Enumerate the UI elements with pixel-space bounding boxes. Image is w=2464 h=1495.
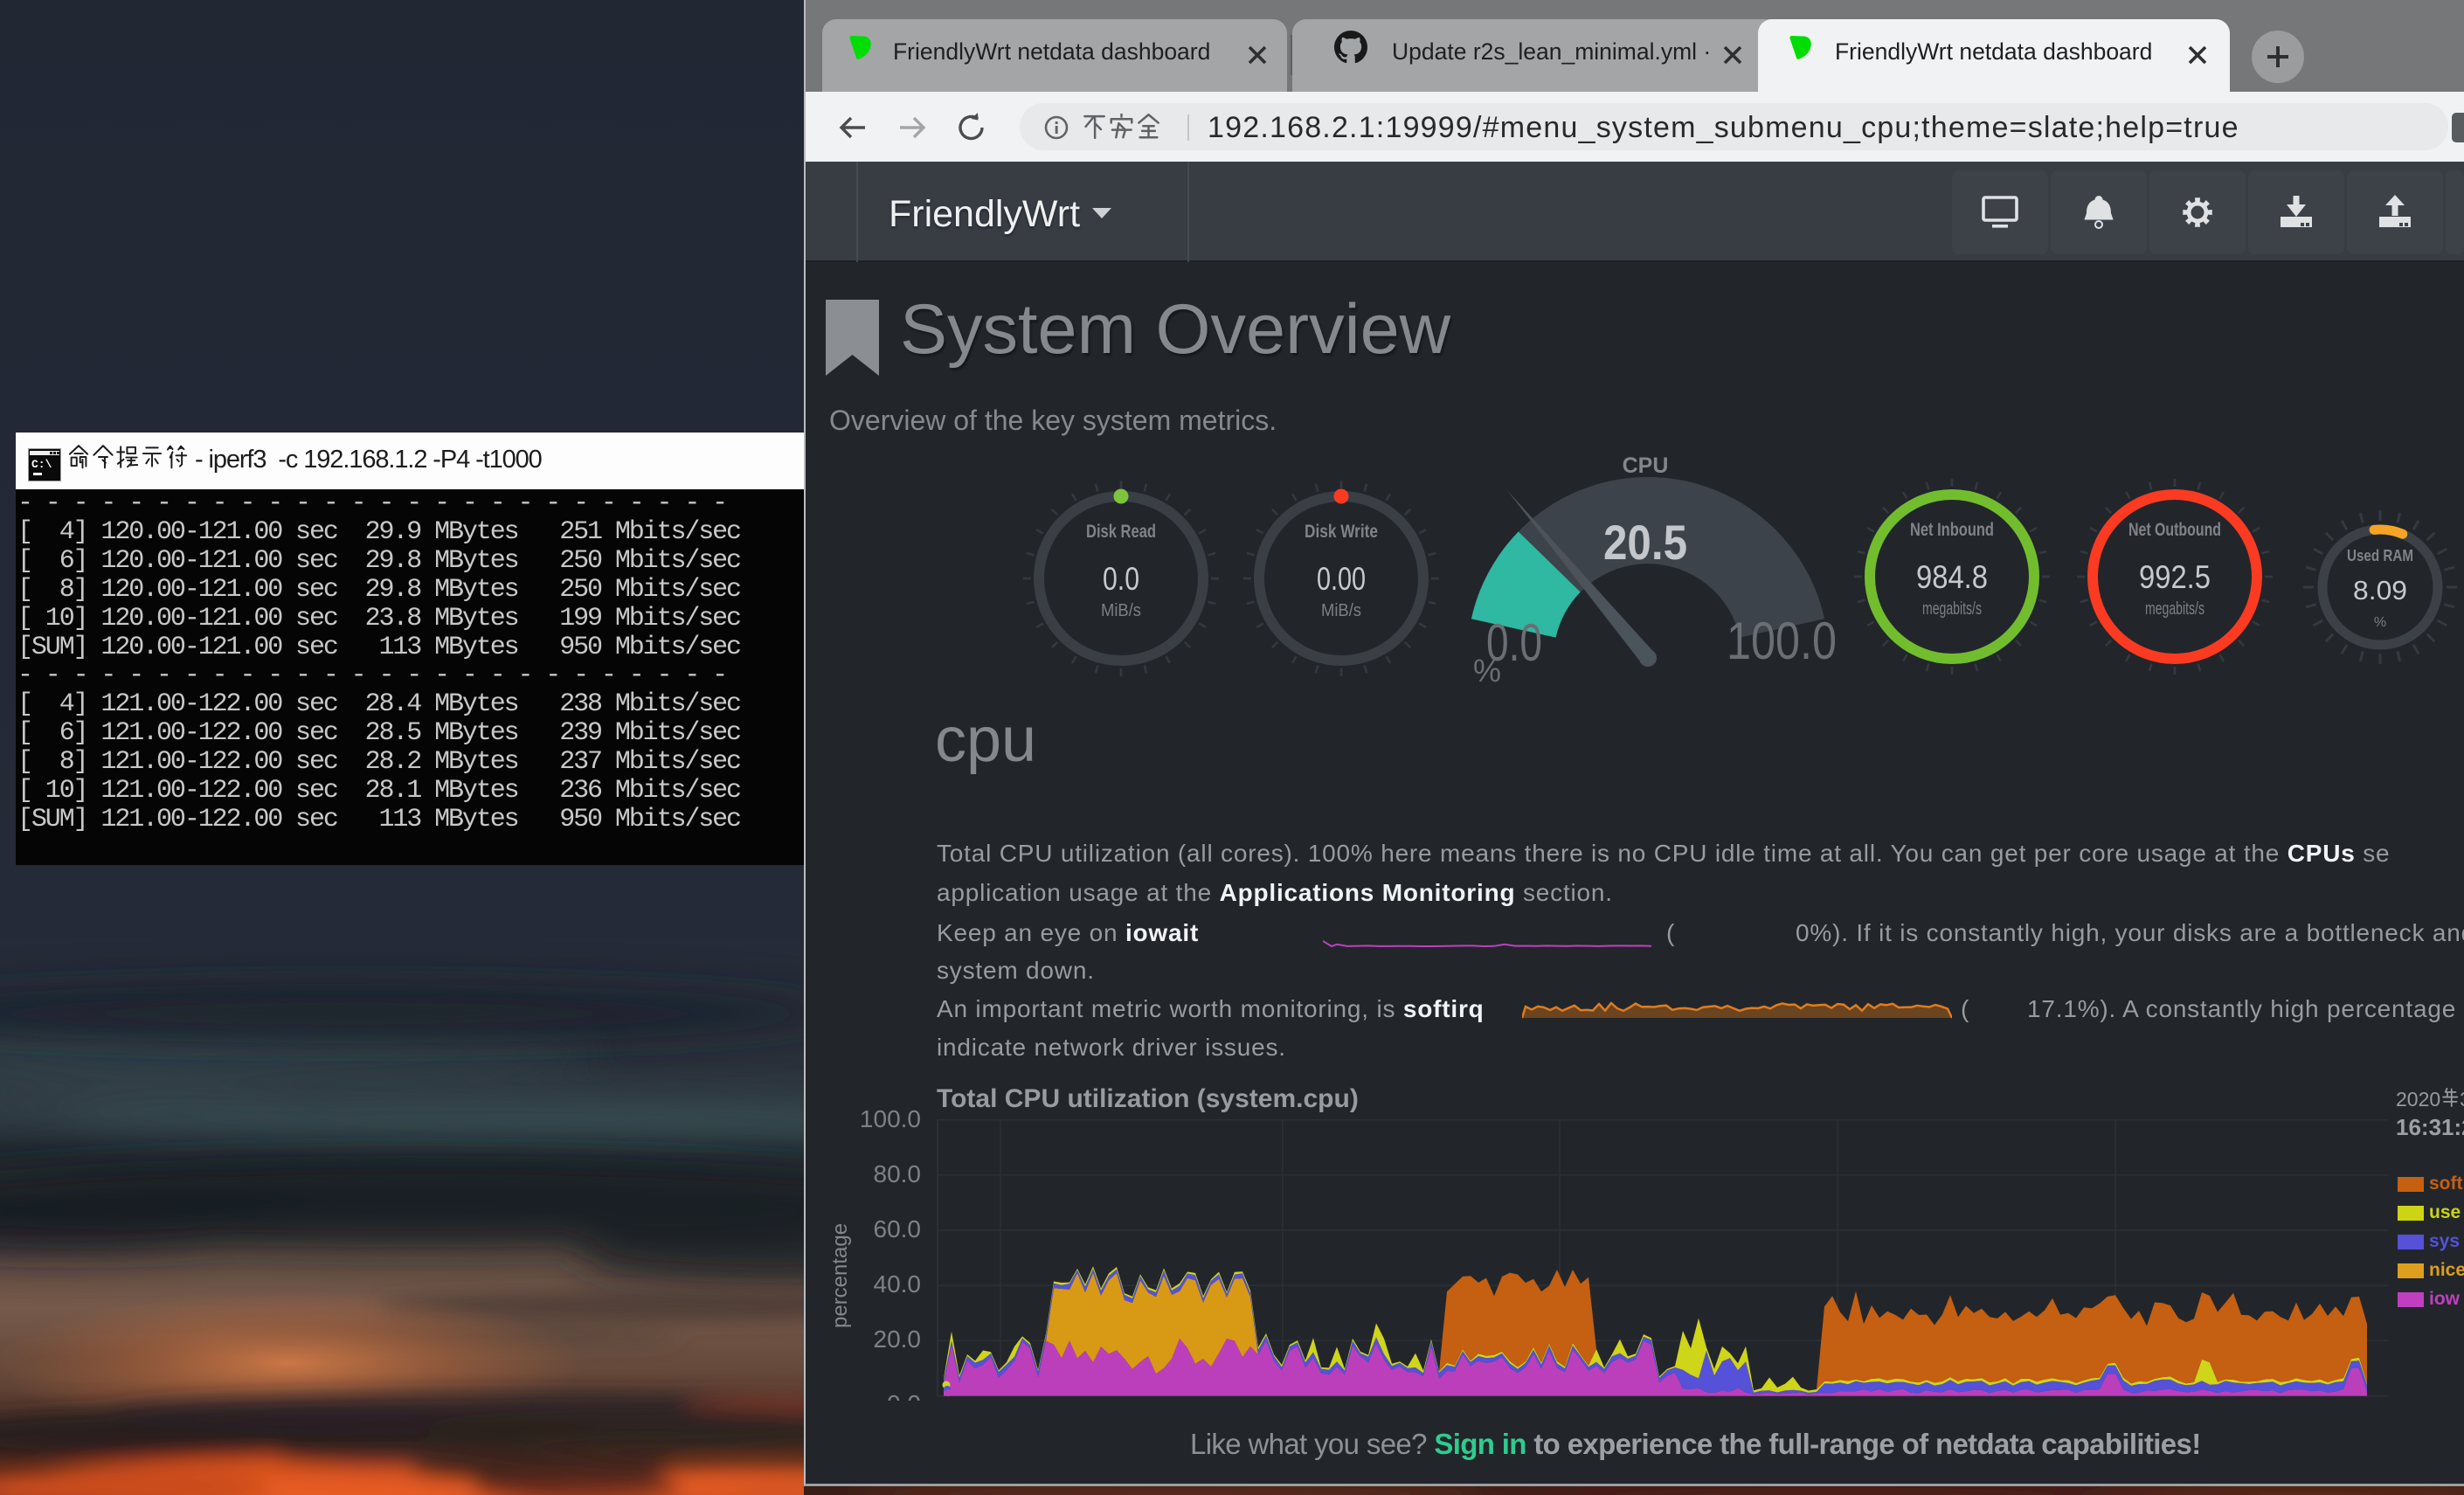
svg-text:Disk Read: Disk Read (1086, 522, 1156, 542)
svg-text:100.0: 100.0 (1727, 612, 1837, 670)
svg-text:20.5: 20.5 (1603, 515, 1687, 570)
svg-text:CPU: CPU (1623, 453, 1669, 478)
svg-text:Used RAM: Used RAM (2347, 547, 2413, 564)
svg-text:Disk Write: Disk Write (1305, 522, 1378, 542)
svg-text:MiB/s: MiB/s (1101, 601, 1141, 620)
svg-text:megabits/s: megabits/s (1922, 599, 1982, 619)
svg-text:%: % (1473, 653, 1501, 689)
svg-text:0.00: 0.00 (1317, 561, 1366, 597)
svg-text:%: % (2374, 615, 2386, 630)
svg-text:Net Outbound: Net Outbound (2128, 520, 2221, 540)
svg-text:Net Inbound: Net Inbound (1910, 520, 1994, 540)
svg-text:0.0: 0.0 (1103, 561, 1139, 597)
svg-text:992.5: 992.5 (2139, 559, 2211, 595)
svg-text:8.09: 8.09 (2353, 575, 2407, 606)
svg-text:C:\: C:\ (31, 458, 52, 471)
svg-text:megabits/s: megabits/s (2145, 599, 2204, 619)
svg-text:984.8: 984.8 (1916, 559, 1988, 595)
svg-text:MiB/s: MiB/s (1321, 601, 1361, 620)
